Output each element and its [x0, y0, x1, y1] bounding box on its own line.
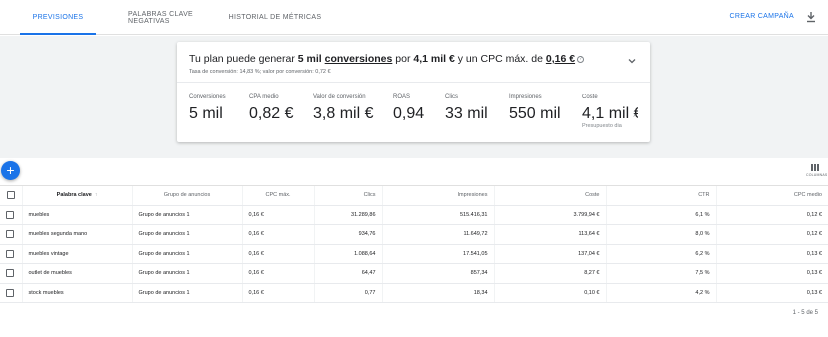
- max-cpc-cell[interactable]: 0,16 €: [241, 205, 314, 225]
- keyword-cell[interactable]: outlet de muebles: [21, 263, 132, 284]
- clicks-cell: 64,47: [313, 263, 382, 284]
- ctr-cell: 4,2 %: [605, 283, 716, 303]
- ctr-cell: 6,2 %: [605, 244, 716, 264]
- clicks-cell: 31.289,86: [313, 205, 382, 225]
- add-keyword-button[interactable]: +: [1, 161, 20, 180]
- table-row: stock muebles Grupo de anuncios 1 0,16 €…: [0, 283, 828, 303]
- max-cpc-cell[interactable]: 0,16 €: [241, 244, 314, 264]
- ad-group-cell: Grupo de anuncios 1: [131, 205, 242, 225]
- table-row: muebles vintage Grupo de anuncios 1 0,16…: [0, 244, 828, 264]
- divider: [177, 82, 650, 83]
- row-select-cell: [0, 263, 22, 284]
- table-row: muebles Grupo de anuncios 1 0,16 € 31.28…: [0, 205, 828, 225]
- row-select-cell: [0, 224, 22, 245]
- tab-palabras-clave-negativas[interactable]: PALABRAS CLAVE NEGATIVAS: [128, 0, 216, 35]
- columns-icon: [806, 164, 824, 171]
- table-row: outlet de muebles Grupo de anuncios 1 0,…: [0, 263, 828, 284]
- download-icon[interactable]: [806, 12, 816, 23]
- impressions-cell: 11.649,72: [381, 224, 494, 245]
- metric-coste: Coste 4,1 mil €: [582, 94, 638, 122]
- impressions-cell: 857,34: [381, 263, 494, 284]
- cost-cell: 8,27 €: [493, 263, 606, 284]
- budget-note: Presupuesto dia: [582, 123, 622, 129]
- header-grupo-anuncios[interactable]: Grupo de anuncios: [131, 185, 242, 206]
- metric-roas: ROAS 0,94: [393, 94, 425, 122]
- impressions-cell: 18,34: [381, 283, 494, 303]
- cost-cell: 137,04 €: [493, 244, 606, 264]
- ctr-cell: 6,1 %: [605, 205, 716, 225]
- help-icon[interactable]: ?: [577, 55, 585, 63]
- header-coste[interactable]: Coste: [493, 185, 606, 206]
- select-all-cell: [0, 185, 22, 206]
- row-select-cell: [0, 205, 22, 225]
- ad-group-cell: Grupo de anuncios 1: [131, 224, 242, 245]
- more-icon[interactable]: ›: [633, 110, 636, 119]
- max-cpc-cell[interactable]: 0,16 €: [241, 224, 314, 245]
- table-header-row: Palabra clave ↑ Grupo de anuncios CPC máx…: [0, 185, 828, 206]
- header-palabra-clave[interactable]: Palabra clave ↑: [21, 185, 132, 206]
- clicks-cell: 1.088,64: [313, 244, 382, 264]
- header-cpc-max[interactable]: CPC máx.: [241, 185, 314, 206]
- tab-previsiones[interactable]: PREVISIONES: [20, 0, 96, 35]
- impressions-cell: 17.541,05: [381, 244, 494, 264]
- row-select-cell: [0, 244, 22, 264]
- row-checkbox[interactable]: [6, 249, 14, 258]
- select-all-checkbox[interactable]: [6, 191, 15, 200]
- keyword-cell[interactable]: muebles vintage: [21, 244, 132, 264]
- metric-clics: Clics 33 mil: [445, 94, 488, 122]
- sort-icon: ↑: [94, 192, 98, 199]
- ad-group-cell: Grupo de anuncios 1: [131, 283, 242, 303]
- row-checkbox[interactable]: [6, 269, 14, 278]
- ad-group-cell: Grupo de anuncios 1: [131, 244, 242, 264]
- cost-cell: 3.799,94 €: [493, 205, 606, 225]
- cost-cell: 113,64 €: [493, 224, 606, 245]
- avg-cpc-cell: 0,13 €: [715, 283, 828, 303]
- header-clics[interactable]: Clics: [313, 185, 382, 206]
- metric-cpa-medio: CPA medio 0,82 €: [249, 94, 294, 122]
- keyword-table: Palabra clave ↑ Grupo de anuncios CPC máx…: [0, 185, 828, 303]
- forecast-headline: Tu plan puede generar 5 mil conversiones…: [189, 53, 585, 65]
- row-checkbox[interactable]: [6, 230, 14, 239]
- keyword-cell[interactable]: stock muebles: [21, 283, 132, 303]
- impressions-cell: 515.416,31: [381, 205, 494, 225]
- forecast-summary-card: Tu plan puede generar 5 mil conversiones…: [177, 42, 650, 142]
- metric-conversiones: Conversiones 5 mil: [189, 94, 226, 122]
- clicks-cell: 934,76: [313, 224, 382, 245]
- row-checkbox[interactable]: [6, 288, 14, 297]
- create-campaign-button[interactable]: CREAR CAMPAÑA: [730, 13, 794, 20]
- columns-button[interactable]: COLUMNAS: [806, 164, 827, 177]
- avg-cpc-cell: 0,13 €: [715, 263, 828, 284]
- row-select-cell: [0, 283, 22, 303]
- ad-group-cell: Grupo de anuncios 1: [131, 263, 242, 284]
- table-row: muebles segunda mano Grupo de anuncios 1…: [0, 224, 828, 245]
- row-checkbox[interactable]: [6, 210, 14, 219]
- conversions-link[interactable]: conversiones: [325, 53, 393, 65]
- top-bar: PREVISIONES PALABRAS CLAVE NEGATIVAS HIS…: [0, 0, 828, 35]
- metric-impresiones: Impresiones 550 mil: [509, 94, 561, 122]
- metric-valor-conversion: Valor de conversión 3,8 mil €: [313, 94, 374, 122]
- tab-historial-metricas[interactable]: HISTORIAL DE MÉTRICAS: [226, 0, 324, 35]
- chevron-down-icon[interactable]: [628, 57, 636, 65]
- avg-cpc-cell: 0,12 €: [715, 205, 828, 225]
- max-cpc-link[interactable]: 0,16 €: [546, 53, 575, 65]
- ctr-cell: 8,0 %: [605, 224, 716, 245]
- ctr-cell: 7,5 %: [605, 263, 716, 284]
- pagination-label: 1 - 5 de 5: [792, 310, 818, 316]
- header-ctr[interactable]: CTR: [605, 185, 716, 206]
- avg-cpc-cell: 0,13 €: [715, 244, 828, 264]
- max-cpc-cell[interactable]: 0,16 €: [241, 283, 314, 303]
- forecast-subline: Tasa de conversión: 14,83 %; valor por c…: [189, 69, 331, 75]
- header-impresiones[interactable]: Impresiones: [381, 185, 494, 206]
- cost-cell: 0,10 €: [493, 283, 606, 303]
- keyword-cell[interactable]: muebles segunda mano: [21, 224, 132, 245]
- keyword-cell[interactable]: muebles: [21, 205, 132, 225]
- header-cpc-medio[interactable]: CPC medio: [715, 185, 828, 206]
- max-cpc-cell[interactable]: 0,16 €: [241, 263, 314, 284]
- avg-cpc-cell: 0,12 €: [715, 224, 828, 245]
- clicks-cell: 0,77: [313, 283, 382, 303]
